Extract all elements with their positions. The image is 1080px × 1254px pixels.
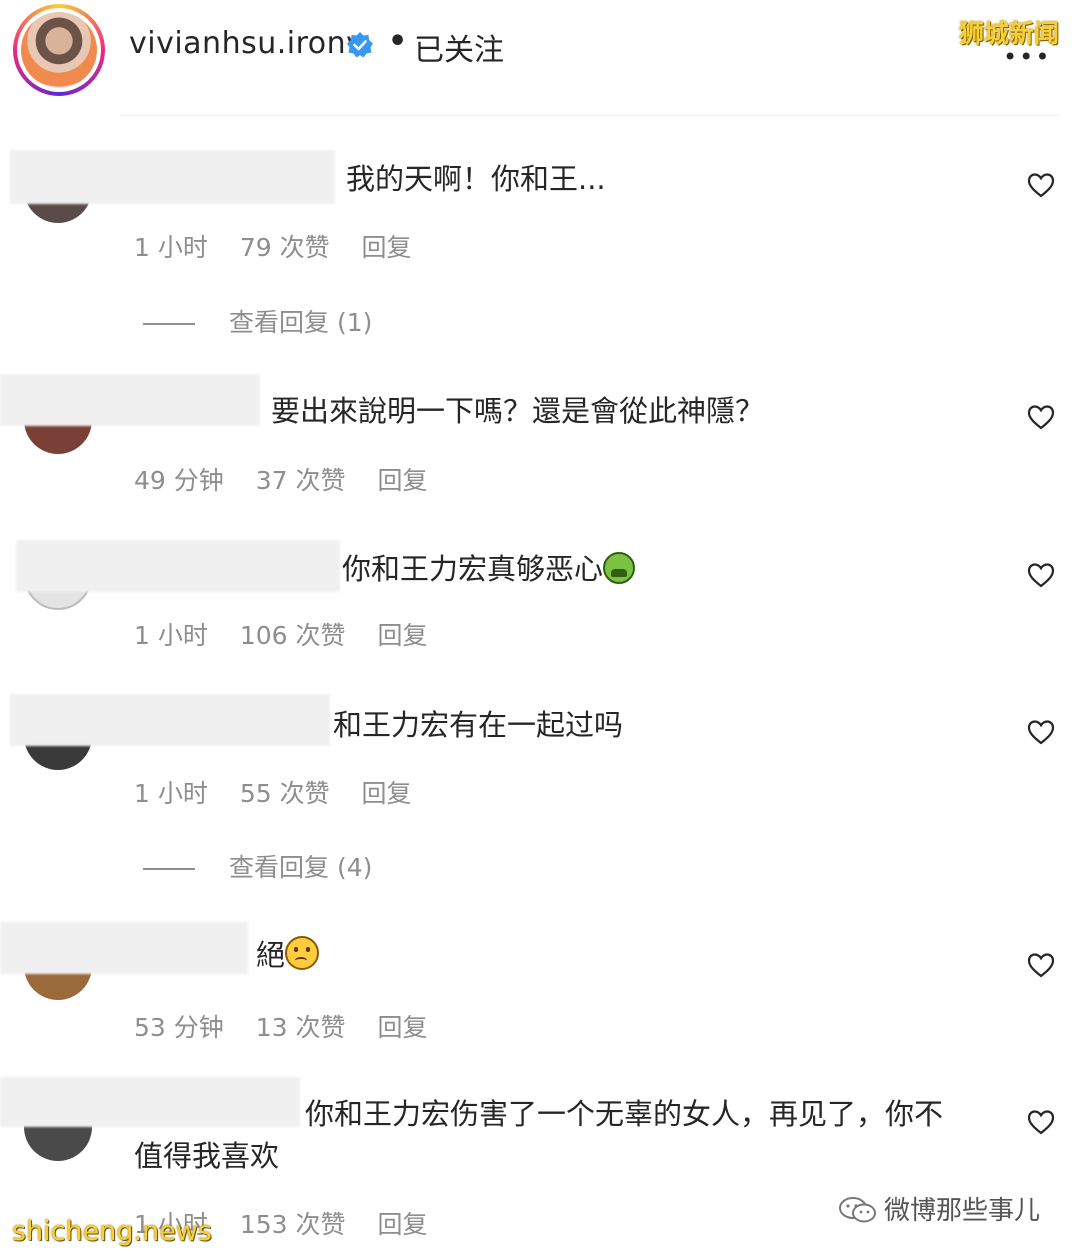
comment-time: 53 分钟 [134,1013,224,1042]
reply-button[interactable]: 回复 [377,1013,427,1042]
view-replies-button[interactable]: 查看回复 (4) [143,848,372,884]
separator-dot: • [388,24,408,59]
comment-meta: 1 小时 79 次赞 回复 [134,228,436,264]
redacted-username [10,150,335,204]
comment-text: 要出來說明一下嗎？還是會從此神隱？ [271,394,765,428]
brand-watermark: 微博那些事儿 [838,1190,1040,1227]
reply-button[interactable]: 回复 [377,621,427,650]
like-heart-icon[interactable] [1027,404,1055,430]
comment-meta: 53 分钟 13 次赞 回复 [134,1008,451,1044]
profile-avatar[interactable] [13,4,105,96]
comment-time: 49 分钟 [134,466,224,495]
site-watermark: shicheng.news [12,1216,212,1247]
comment-text: 你和王力宏真够恶心 [342,546,636,588]
replies-line [143,323,195,325]
comment-meta: 1 小时 55 次赞 回复 [134,774,436,810]
like-heart-icon[interactable] [1027,719,1055,745]
reply-button[interactable]: 回复 [362,779,412,808]
comment-text: 絕 [256,932,320,974]
comment-time: 1 小时 [134,779,208,808]
header-divider [120,115,1060,116]
like-heart-icon[interactable] [1027,1109,1055,1135]
redacted-username [0,374,260,426]
comment-body: 絕 [256,938,286,972]
comment-time: 1 小时 [134,621,208,650]
following-button[interactable]: 已关注 [414,25,504,69]
reply-button[interactable]: 回复 [377,466,427,495]
like-count[interactable]: 106 次赞 [240,621,346,650]
view-replies-button[interactable]: 查看回复 (1) [143,303,372,339]
comment-time: 1 小时 [134,233,208,262]
like-count[interactable]: 37 次赞 [256,466,346,495]
view-replies-label: 查看回复 (4) [229,853,373,882]
post-header: vivianhsu.ironv • 已关注 ••• 狮城新闻 [0,0,1080,116]
like-count[interactable]: 13 次赞 [256,1013,346,1042]
wechat-icon [839,1197,876,1223]
like-heart-icon[interactable] [1027,952,1055,978]
nauseated-face-icon [603,552,636,584]
like-heart-icon[interactable] [1027,172,1055,198]
brand-label: 微博那些事儿 [884,1196,1041,1226]
comment-body: 你和王力宏真够恶心 [342,552,604,586]
verified-badge-icon [347,32,373,58]
redacted-username [0,922,248,974]
redacted-username [16,540,340,592]
reply-button[interactable]: 回复 [362,233,412,262]
username-link[interactable]: vivianhsu.ironv [129,26,364,61]
redacted-username [10,694,330,746]
watermark-logo: 狮城新闻 [959,19,1060,48]
like-count[interactable]: 55 次赞 [240,779,330,808]
like-heart-icon[interactable] [1027,562,1055,588]
comment-text: 和王力宏有在一起过吗 [333,708,624,742]
comment-meta: 49 分钟 37 次赞 回复 [134,461,451,497]
like-count[interactable]: 153 次赞 [240,1210,346,1239]
comment-meta: 1 小时 106 次赞 回复 [134,616,451,652]
view-replies-label: 查看回复 (1) [229,308,373,337]
crying-face-icon [285,936,320,970]
replies-line [143,868,195,870]
comment-text: 我的天啊！你和王... [346,162,606,196]
comment-text-line1: 你和王力宏伤害了一个无辜的女人，再见了，你不 [305,1097,944,1131]
comment-text-line2: 值得我喜欢 [134,1139,280,1173]
reply-button[interactable]: 回复 [377,1210,427,1239]
redacted-username [0,1077,300,1127]
like-count[interactable]: 79 次赞 [240,233,330,262]
